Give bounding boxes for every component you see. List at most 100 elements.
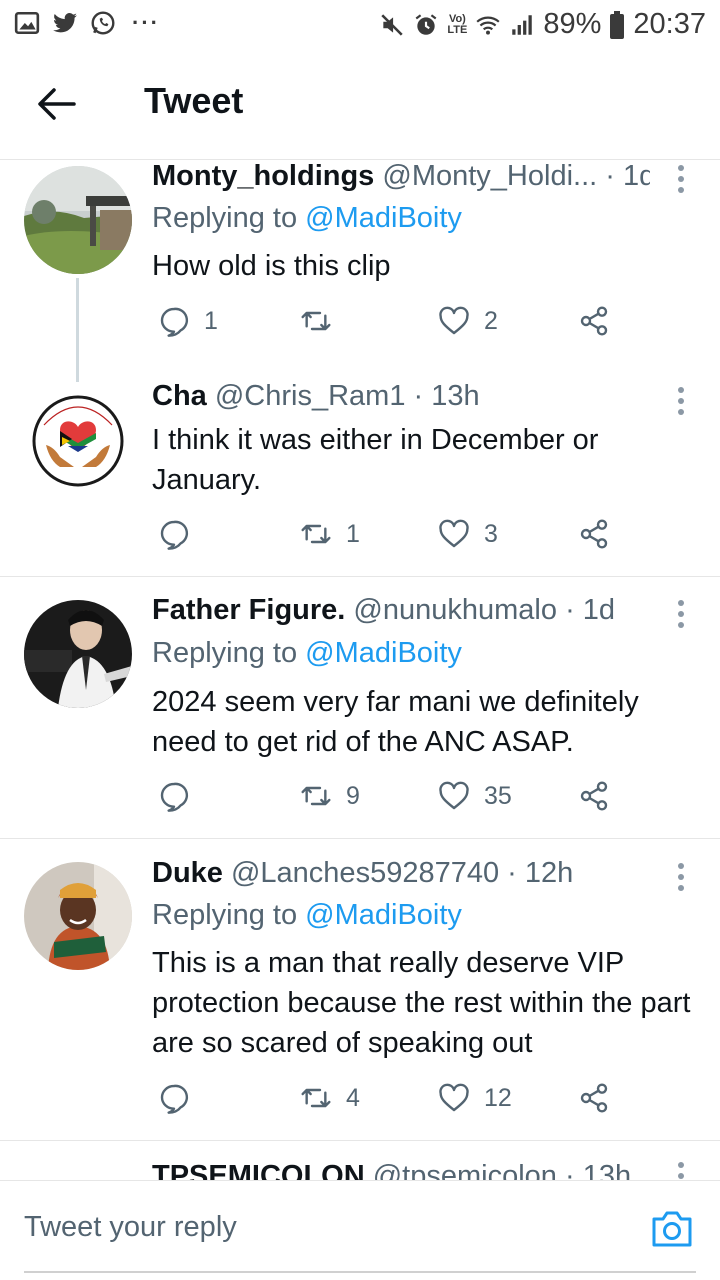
reply-button[interactable]: 1 bbox=[158, 305, 218, 337]
tweet-text: 2024 seem very far mani we definitely ne… bbox=[152, 686, 639, 758]
tweet-meta: Father Figure. @nunukhumalo · 1d bbox=[152, 594, 650, 627]
share-button[interactable] bbox=[578, 780, 610, 812]
display-name[interactable]: Monty_holdings bbox=[152, 160, 374, 192]
share-icon bbox=[580, 519, 608, 549]
clock: 20:37 bbox=[633, 8, 706, 40]
retweet-icon bbox=[301, 786, 331, 806]
replying-to: Replying to @MadiBoity bbox=[152, 202, 462, 235]
replying-to-link[interactable]: @MadiBoity bbox=[305, 899, 462, 931]
share-button[interactable] bbox=[578, 1082, 610, 1114]
retweet-button[interactable]: 1 bbox=[300, 518, 360, 550]
reply-icon bbox=[160, 782, 189, 812]
heart-icon bbox=[439, 1083, 469, 1112]
heart-hands-avatar-icon bbox=[24, 385, 132, 493]
alarm-icon bbox=[416, 13, 437, 35]
status-bar: ··· Vo) LTE 89% 20:37 bbox=[0, 0, 720, 50]
timestamp[interactable]: 1d bbox=[623, 160, 650, 192]
tweet-meta: Monty_holdings @Monty_Holdi... · 1d bbox=[152, 160, 650, 193]
more-options-icon[interactable] bbox=[678, 387, 686, 420]
reply-button[interactable] bbox=[158, 780, 204, 812]
heart-icon bbox=[439, 306, 469, 335]
avatar[interactable] bbox=[24, 385, 132, 493]
replying-prefix: Replying to bbox=[152, 899, 306, 931]
tweet-actions: 9 35 bbox=[152, 780, 622, 820]
display-name[interactable]: Duke bbox=[152, 857, 223, 889]
retweet-button[interactable]: 9 bbox=[300, 780, 360, 812]
share-icon bbox=[580, 1083, 608, 1113]
tweet-meta: Cha @Chris_Ram1 · 13h bbox=[152, 380, 650, 413]
wifi-icon bbox=[476, 16, 500, 35]
like-count: 3 bbox=[484, 519, 498, 548]
battery-percent: 89% bbox=[543, 8, 602, 40]
reply-input[interactable]: Tweet your reply bbox=[24, 1211, 237, 1244]
camera-icon[interactable] bbox=[650, 1209, 694, 1249]
more-options-icon[interactable] bbox=[678, 863, 686, 896]
timestamp[interactable]: 1d bbox=[583, 594, 615, 626]
retweet-icon bbox=[301, 1088, 331, 1108]
heart-icon bbox=[439, 519, 469, 548]
status-notifications: ··· bbox=[14, 10, 160, 36]
avatar[interactable] bbox=[24, 166, 132, 274]
tweet-meta: Duke @Lanches59287740 · 12h bbox=[152, 857, 650, 890]
like-count: 2 bbox=[484, 306, 498, 335]
status-indicators: Vo) LTE 89% 20:37 bbox=[379, 8, 706, 41]
back-arrow-icon[interactable] bbox=[36, 86, 76, 122]
share-button[interactable] bbox=[578, 518, 610, 550]
tweet-text: This is a man that really deserve VIP pr… bbox=[152, 947, 691, 1059]
replying-to-link[interactable]: @MadiBoity bbox=[305, 202, 462, 234]
twitter-icon bbox=[53, 13, 77, 33]
replying-prefix: Replying to bbox=[152, 202, 306, 234]
portrait-avatar-icon bbox=[24, 862, 132, 970]
battery-icon bbox=[610, 10, 625, 39]
tweet-actions: 4 12 bbox=[152, 1082, 622, 1122]
timestamp[interactable]: 12h bbox=[525, 857, 573, 889]
retweet-icon bbox=[301, 524, 331, 544]
reply-composer: Tweet your reply bbox=[0, 1180, 720, 1280]
more-options-icon[interactable] bbox=[678, 600, 686, 633]
like-button[interactable]: 3 bbox=[438, 518, 498, 550]
handle[interactable]: @nunukhumalo bbox=[353, 594, 557, 626]
like-button[interactable]: 2 bbox=[438, 305, 498, 337]
retweet-button[interactable]: 4 bbox=[300, 1082, 360, 1114]
share-button[interactable] bbox=[578, 305, 610, 337]
separator-dot: · bbox=[605, 160, 623, 192]
reply-icon bbox=[160, 1084, 189, 1114]
tweet-actions: 1 3 bbox=[152, 518, 622, 558]
tweet-divider bbox=[0, 838, 720, 839]
retweet-count: 1 bbox=[346, 519, 360, 548]
more-options-icon[interactable] bbox=[678, 165, 686, 198]
signal-icon bbox=[512, 14, 533, 35]
like-button[interactable]: 35 bbox=[438, 780, 512, 812]
page-title: Tweet bbox=[144, 80, 244, 121]
reply-icon bbox=[160, 307, 189, 337]
replying-to-link[interactable]: @MadiBoity bbox=[305, 637, 462, 669]
handle[interactable]: @Monty_Holdi... bbox=[382, 160, 597, 192]
reply-button[interactable] bbox=[158, 1082, 204, 1114]
timestamp[interactable]: 13h bbox=[431, 380, 479, 412]
separator-dot: · bbox=[413, 380, 432, 412]
reply-icon bbox=[160, 520, 189, 550]
app-header: Tweet bbox=[0, 50, 720, 160]
replying-to: Replying to @MadiBoity bbox=[152, 899, 462, 932]
share-icon bbox=[580, 306, 608, 336]
separator-dot: · bbox=[565, 594, 583, 626]
like-button[interactable]: 12 bbox=[438, 1082, 512, 1114]
display-name[interactable]: Father Figure. bbox=[152, 594, 345, 626]
retweet-icon bbox=[301, 311, 331, 331]
retweet-count: 9 bbox=[346, 781, 360, 810]
reply-button[interactable] bbox=[158, 518, 204, 550]
display-name[interactable]: Cha bbox=[152, 380, 207, 412]
separator-dot: · bbox=[507, 857, 525, 889]
avatar[interactable] bbox=[24, 862, 132, 970]
tweet-divider bbox=[0, 1140, 720, 1141]
mute-icon bbox=[381, 13, 404, 36]
replying-prefix: Replying to bbox=[152, 637, 306, 669]
tweet-text: I think it was either in December or Jan… bbox=[152, 424, 599, 496]
retweet-button[interactable] bbox=[300, 305, 346, 337]
more-notifications: ··· bbox=[132, 10, 160, 35]
handle[interactable]: @Lanches59287740 bbox=[231, 857, 499, 889]
tweet-actions: 1 2 bbox=[152, 305, 622, 345]
reply-input-underline bbox=[24, 1271, 696, 1273]
avatar[interactable] bbox=[24, 600, 132, 708]
handle[interactable]: @Chris_Ram1 bbox=[215, 380, 406, 412]
